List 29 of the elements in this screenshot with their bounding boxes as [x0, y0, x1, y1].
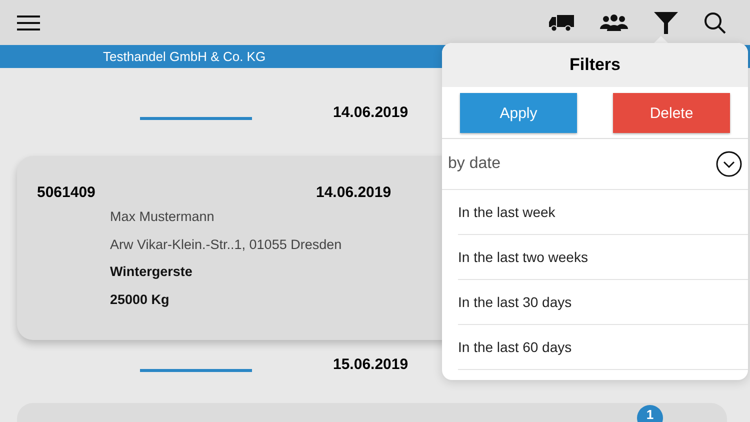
menu-button[interactable] [17, 14, 40, 30]
filter-option[interactable]: In the last two weeks [458, 235, 748, 280]
truck-icon [549, 14, 574, 32]
order-date: 14.06.2019 [316, 184, 392, 201]
delete-button[interactable]: Delete [613, 93, 730, 133]
date-heading: 15.06.2019 [333, 356, 408, 372]
quantity: 25000 Kg [110, 292, 170, 309]
menu-icon [17, 14, 40, 30]
order-card[interactable]: 1 [17, 403, 727, 422]
product-name: Wintergerste [110, 264, 192, 281]
people-button[interactable] [600, 14, 628, 31]
filter-button[interactable] [654, 12, 678, 34]
date-heading: 14.06.2019 [333, 104, 408, 120]
count-badge: 1 [637, 405, 663, 422]
group-icon [600, 14, 628, 31]
search-icon [704, 12, 726, 34]
chevron-down-icon [716, 151, 742, 177]
truck-button[interactable] [549, 14, 574, 32]
filter-icon [654, 12, 678, 34]
filter-option[interactable]: In the last 30 days [458, 280, 748, 325]
customer-name: Max Mustermann [110, 209, 214, 226]
company-name: Testhandel GmbH & Co. KG [103, 49, 266, 64]
search-button[interactable] [704, 12, 726, 34]
order-number: 5061409 [37, 184, 96, 201]
filter-option[interactable]: In the last week [458, 190, 748, 235]
filter-dropdown[interactable]: by date [442, 139, 748, 190]
customer-address: Arw Vikar-Klein.-Str..1, 01055 Dresden [110, 236, 342, 254]
filter-option[interactable]: In the last 60 days [458, 325, 748, 370]
popover-title: Filters [569, 55, 621, 75]
